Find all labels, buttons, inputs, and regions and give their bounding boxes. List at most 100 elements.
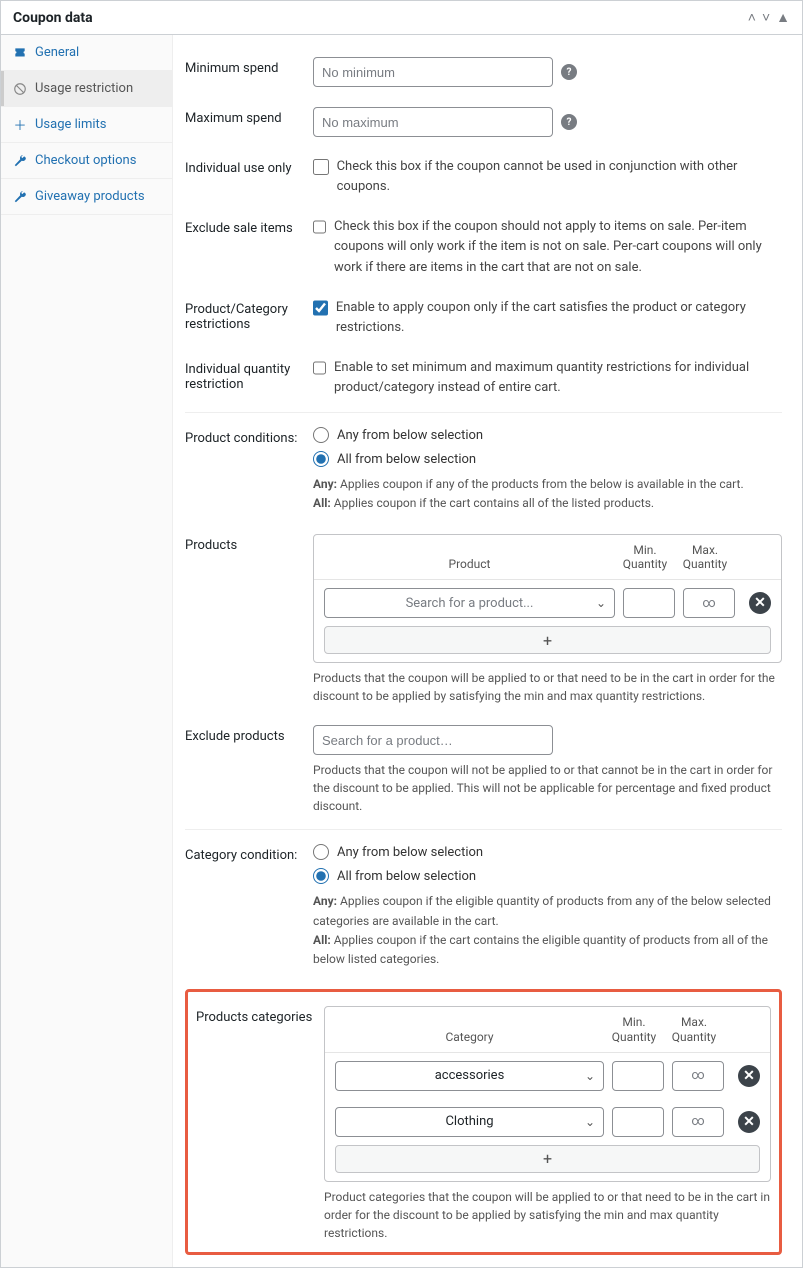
product-categories-desc: Product categories that the coupon will … [324, 1188, 771, 1242]
field-label: Maximum spend [185, 107, 313, 126]
divider [185, 412, 782, 413]
panel-collapse-icon[interactable]: ▲ [776, 9, 790, 26]
tab-general[interactable]: General [1, 35, 172, 71]
panel-up-icon[interactable]: ˄ [748, 9, 756, 26]
exclude-products-input[interactable] [313, 725, 553, 755]
min-qty-input[interactable] [623, 588, 675, 618]
field-desc: Check this box if the coupon should not … [334, 217, 782, 277]
highlighted-section: Products categories Category Min.Quantit… [185, 989, 782, 1255]
ticket-icon [13, 46, 27, 60]
tab-label: Giveaway products [35, 189, 145, 204]
field-label: Exclude sale items [185, 217, 313, 236]
products-desc: Products that the coupon will be applied… [313, 669, 782, 705]
exclude-products-desc: Products that the coupon will not be app… [313, 761, 782, 815]
radio-label: Any from below selection [337, 428, 483, 443]
max-qty-input[interactable]: ∞ [683, 588, 735, 618]
remove-row-button[interactable]: ✕ [738, 1111, 760, 1133]
coupon-data-panel: Coupon data ˄ ˅ ▲ General Usage restrict… [0, 0, 803, 1268]
field-prod-cat-restrict: Product/Category restrictions Enable to … [185, 288, 782, 348]
field-exclude-sale: Exclude sale items Check this box if the… [185, 207, 782, 287]
chevron-down-icon: ⌄ [585, 1115, 595, 1129]
panel-title: Coupon data [13, 10, 93, 26]
field-label: Products [185, 534, 313, 553]
block-icon [13, 82, 27, 96]
panel-down-icon[interactable]: ˅ [762, 9, 770, 26]
field-label: Product conditions: [185, 427, 313, 446]
tab-label: General [35, 45, 79, 60]
field-label: Minimum spend [185, 57, 313, 76]
field-max-spend: Maximum spend ? [185, 97, 782, 147]
tab-usage-restriction[interactable]: Usage restriction [1, 71, 172, 107]
field-label: Individual use only [185, 157, 313, 176]
field-desc: Check this box if the coupon cannot be u… [337, 157, 782, 197]
field-label: Products categories [196, 1006, 324, 1025]
min-spend-input[interactable] [313, 57, 553, 87]
max-spend-input[interactable] [313, 107, 553, 137]
product-cond-all-radio[interactable] [313, 451, 329, 467]
products-table: Product Min.Quantity Max.Quantity Search… [313, 534, 782, 664]
tab-label: Checkout options [35, 153, 136, 168]
field-indiv-qty: Individual quantity restriction Enable t… [185, 348, 782, 408]
add-category-row-button[interactable]: + [335, 1145, 760, 1173]
min-qty-input[interactable] [612, 1061, 664, 1091]
field-desc: Enable to apply coupon only if the cart … [336, 298, 782, 338]
category-row: accessories ⌄ ∞ ✕ [325, 1053, 770, 1099]
field-products: Products Product Min.Quantity Max.Quanti… [185, 524, 782, 716]
exclude-sale-checkbox[interactable] [313, 219, 326, 235]
category-cond-help: Any: Applies coupon if the eligible quan… [313, 892, 782, 969]
divider [185, 829, 782, 830]
category-select[interactable]: accessories ⌄ [335, 1061, 604, 1091]
indiv-qty-checkbox[interactable] [313, 360, 326, 376]
col-header-min: Min.Quantity [615, 543, 675, 572]
chevron-down-icon: ⌄ [585, 1069, 595, 1083]
radio-label: Any from below selection [337, 845, 483, 860]
plus-icon: ＋ [13, 118, 27, 132]
field-desc: Enable to set minimum and maximum quanti… [334, 358, 782, 398]
remove-row-button[interactable]: ✕ [749, 592, 771, 614]
col-header-min: Min.Quantity [604, 1015, 664, 1044]
product-cond-any-radio[interactable] [313, 427, 329, 443]
panel-header: Coupon data ˄ ˅ ▲ [1, 1, 802, 35]
tab-usage-limits[interactable]: ＋ Usage limits [1, 107, 172, 143]
field-label: Individual quantity restriction [185, 358, 313, 392]
remove-row-button[interactable]: ✕ [738, 1065, 760, 1087]
col-header-category: Category [335, 1030, 604, 1044]
prod-cat-restrict-checkbox[interactable] [313, 300, 328, 316]
radio-label: All from below selection [337, 452, 476, 467]
col-header-product: Product [324, 557, 615, 571]
help-icon[interactable]: ? [561, 64, 577, 80]
field-product-categories: Products categories Category Min.Quantit… [196, 1002, 771, 1246]
radio-label: All from below selection [337, 869, 476, 884]
add-product-row-button[interactable]: + [324, 626, 771, 654]
tab-label: Usage restriction [35, 81, 133, 96]
product-row: Search for a product... ⌄ ∞ ✕ [314, 580, 781, 626]
field-label: Product/Category restrictions [185, 298, 313, 332]
main-content: Minimum spend ? Maximum spend ? Individu… [173, 35, 802, 1267]
tab-checkout-options[interactable]: Checkout options [1, 143, 172, 179]
col-header-max: Max.Quantity [675, 543, 735, 572]
product-select[interactable]: Search for a product... ⌄ [324, 588, 615, 618]
panel-controls: ˄ ˅ ▲ [748, 9, 790, 26]
field-label: Exclude products [185, 725, 313, 744]
category-cond-all-radio[interactable] [313, 868, 329, 884]
field-min-spend: Minimum spend ? [185, 47, 782, 97]
chevron-down-icon: ⌄ [596, 596, 606, 610]
max-qty-input[interactable]: ∞ [672, 1107, 724, 1137]
category-select[interactable]: Clothing ⌄ [335, 1107, 604, 1137]
field-exclude-products: Exclude products Products that the coupo… [185, 715, 782, 825]
tab-label: Usage limits [35, 117, 106, 132]
help-icon[interactable]: ? [561, 114, 577, 130]
individual-use-checkbox[interactable] [313, 159, 329, 175]
field-product-conditions: Product conditions: Any from below selec… [185, 417, 782, 523]
max-qty-input[interactable]: ∞ [672, 1061, 724, 1091]
min-qty-input[interactable] [612, 1107, 664, 1137]
settings-sidebar: General Usage restriction ＋ Usage limits… [1, 35, 173, 1267]
tab-giveaway-products[interactable]: Giveaway products [1, 179, 172, 215]
wrench-icon [13, 190, 27, 204]
wrench-icon [13, 154, 27, 168]
col-header-max: Max.Quantity [664, 1015, 724, 1044]
categories-table: Category Min.Quantity Max.Quantity acces… [324, 1006, 771, 1182]
panel-body: General Usage restriction ＋ Usage limits… [1, 35, 802, 1267]
category-cond-any-radio[interactable] [313, 844, 329, 860]
field-category-condition: Category condition: Any from below selec… [185, 834, 782, 979]
